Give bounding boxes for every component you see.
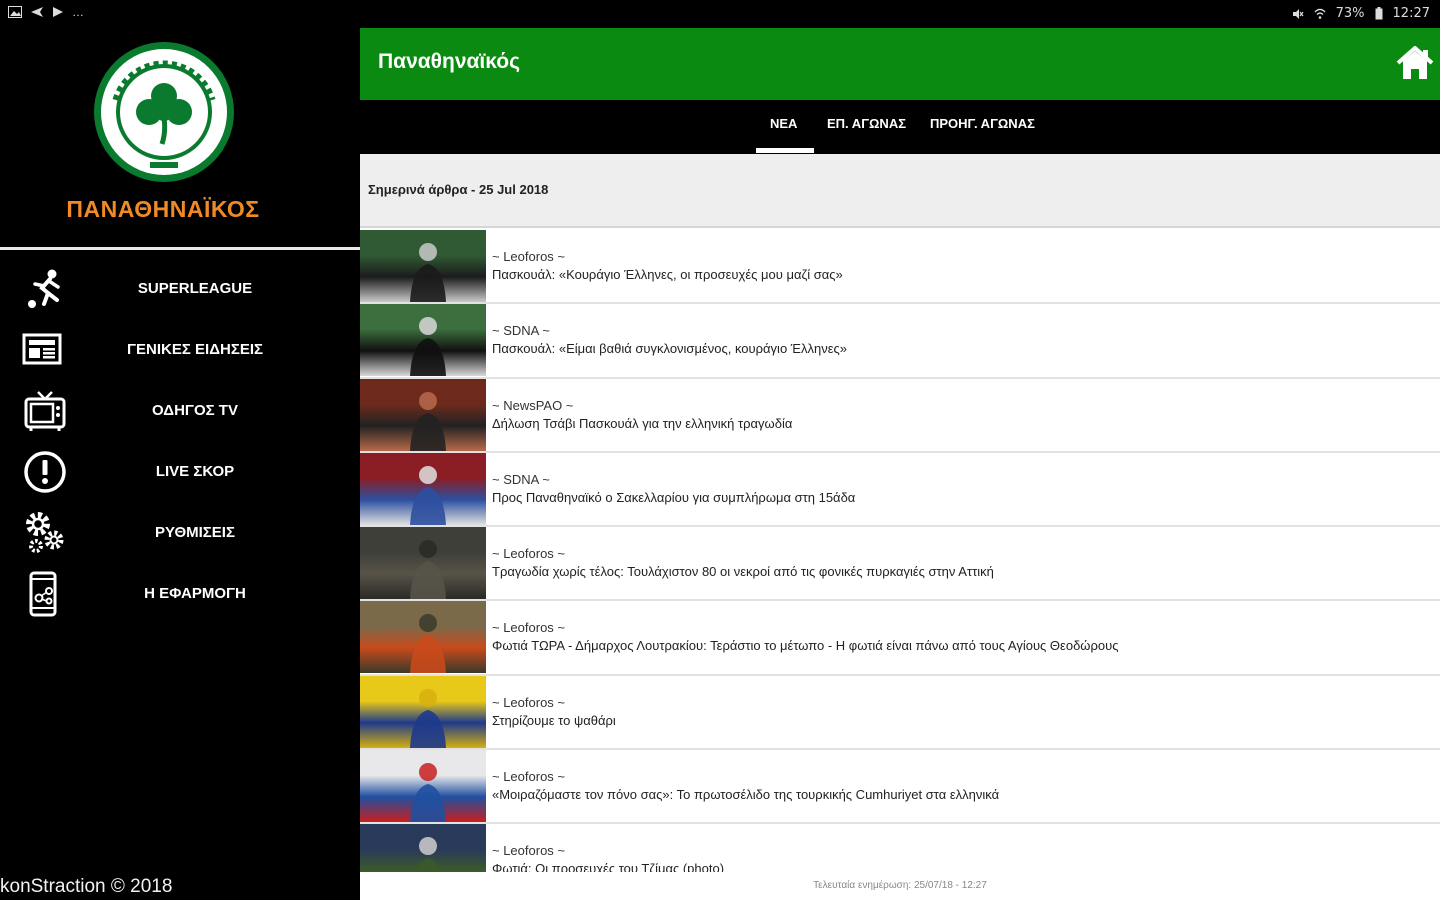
menu-item-general-news[interactable]: ΓΕΝΙΚΕΣ ΕΙΔΗΣΕΙΣ xyxy=(0,319,360,380)
article-source: ~ SDNA ~ xyxy=(492,323,550,339)
club-logo xyxy=(92,40,236,184)
copyright-text: konStraction © 2018 xyxy=(0,876,173,897)
more-notifications-icon: … xyxy=(72,5,84,19)
menu-item-settings[interactable]: ΡΥΘΜΙΣΕΙΣ xyxy=(0,502,360,563)
article-row[interactable]: ~ Leoforos ~ «Μοιραζόμαστε τον πόνο σας»:… xyxy=(360,750,1440,825)
article-title: Δήλωση Τσάβι Πασκουάλ για την ελληνική τ… xyxy=(492,415,793,431)
tab-bar: ΝΕΑ ΕΠ. ΑΓΩΝΑΣ ΠΡΟΗΓ. ΑΓΩΝΑΣ xyxy=(360,100,1440,154)
article-title: Πασκουάλ: «Κουράγιο Έλληνες, οι προσευχέ… xyxy=(492,267,843,282)
menu-item-label: ΡΥΘΜΙΣΕΙΣ xyxy=(155,524,235,541)
status-bar: … 73% 12:27 xyxy=(0,0,1440,28)
tab-previous-match[interactable]: ΠΡΟΗΓ. ΑΓΩΝΑΣ xyxy=(930,116,1035,131)
article-title: Πασκουάλ: «Είμαι βαθιά συγκλονισμένος, κ… xyxy=(492,341,847,357)
tab-news[interactable]: ΝΕΑ xyxy=(770,116,797,131)
navigation-drawer: ΠΑΝΑΘΗΝΑΪΚΟΣ SUPERLEAGUE ΓΕΝΙΚΕΣ ΕΙΔΗΣΕΙ… xyxy=(0,28,360,900)
article-row[interactable]: ~ Leoforos ~ Στηρίζουμε το ψαθάρι xyxy=(360,675,1440,751)
send-notification-icon xyxy=(31,7,43,17)
tv-icon xyxy=(24,391,66,431)
article-thumbnail xyxy=(360,601,486,674)
gears-icon xyxy=(26,512,64,553)
menu-item-live-score[interactable]: LIVE ΣΚΟΡ xyxy=(0,441,360,502)
article-thumbnail xyxy=(360,304,486,377)
article-row[interactable]: ~ SDNA ~ Προς Παναθηναϊκό ο Σακελλαρίου γ… xyxy=(360,452,1440,528)
article-thumbnail xyxy=(360,675,486,748)
article-thumbnail xyxy=(360,378,486,451)
article-title: «Μοιραζόμαστε τον πόνο σας»: Το πρωτοσέλ… xyxy=(492,787,1000,803)
app-bar: Παναθηναϊκός xyxy=(360,28,1440,100)
article-title: Φωτιά ΤΩΡΑ - Δήμαρχος Λουτρακίου: Τεράστ… xyxy=(492,638,1119,654)
wifi-icon xyxy=(1314,8,1326,19)
status-notifications: … xyxy=(8,5,84,19)
drawer-divider xyxy=(0,247,360,250)
article-title: Φωτιά: Οι προσευχές του Τζίμας (photo) xyxy=(492,861,725,872)
article-source: ~ Leoforos ~ xyxy=(492,694,565,710)
tab-next-match[interactable]: ΕΠ. ΑΓΩΝΑΣ xyxy=(827,116,906,131)
article-list: ~ Leoforos ~ Πασκουάλ: «Κουράγιο Έλληνες,… xyxy=(360,230,1440,872)
menu-item-about-app[interactable]: Η ΕΦΑΡΜΟΓΗ xyxy=(0,563,360,624)
main-content: Παναθηναϊκός ΝΕΑ ΕΠ. ΑΓΩΝΑΣ ΠΡΟΗΓ. ΑΓΩΝΑ… xyxy=(360,28,1440,900)
article-source: ~ Leoforos ~ xyxy=(492,620,565,636)
article-title: Στηρίζουμε το ψαθάρι xyxy=(492,712,616,728)
article-thumbnail xyxy=(360,230,486,302)
clock: 12:27 xyxy=(1392,6,1430,21)
status-system: 73% 12:27 xyxy=(1292,6,1430,21)
club-name: ΠΑΝΑΘΗΝΑΪΚΟΣ xyxy=(66,196,260,222)
article-row[interactable]: ~ Leoforos ~ Πασκουάλ: «Κουράγιο Έλληνες,… xyxy=(360,230,1440,305)
menu-item-label: Η ΕΦΑΡΜΟΓΗ xyxy=(144,585,246,602)
article-source: ~ NewsPAO ~ xyxy=(492,397,574,413)
menu-item-superleague[interactable]: SUPERLEAGUE xyxy=(0,258,360,319)
article-source: ~ Leoforos ~ xyxy=(492,769,565,785)
battery-icon xyxy=(1375,7,1383,20)
alert-circle-icon xyxy=(24,451,66,493)
section-header-text: Σημερινά άρθρα - 25 Jul 2018 xyxy=(368,182,549,197)
home-icon[interactable] xyxy=(1394,44,1436,82)
menu-item-label: LIVE ΣΚΟΡ xyxy=(155,463,235,480)
menu-item-tv-guide[interactable]: ΟΔΗΓΟΣ TV xyxy=(0,380,360,441)
tab-selected-indicator xyxy=(756,148,814,153)
phone-app-icon xyxy=(29,571,57,617)
page-title: Παναθηναϊκός xyxy=(378,50,521,73)
drawer-menu: SUPERLEAGUE ΓΕΝΙΚΕΣ ΕΙΔΗΣΕΙΣ ΟΔΗΓΟΣ TV L… xyxy=(0,258,360,624)
menu-item-label: SUPERLEAGUE xyxy=(137,280,253,297)
menu-item-label: ΟΔΗΓΟΣ TV xyxy=(152,402,238,419)
article-source: ~ Leoforos ~ xyxy=(492,843,565,859)
article-thumbnail xyxy=(360,527,486,600)
battery-percent: 73% xyxy=(1335,6,1365,21)
article-title: Προς Παναθηναϊκό ο Σακελλαρίου για συμπλ… xyxy=(492,489,856,505)
mute-icon xyxy=(1292,8,1304,19)
article-row[interactable]: ~ NewsPAO ~ Δήλωση Τσάβι Πασκουάλ για την… xyxy=(360,378,1440,453)
article-row[interactable]: ~ Leoforos ~ Φωτιά ΤΩΡΑ - Δήμαρχος Λουτρα… xyxy=(360,601,1440,676)
menu-item-label: ΓΕΝΙΚΕΣ ΕΙΔΗΣΕΙΣ xyxy=(127,341,263,358)
article-thumbnail xyxy=(360,452,486,525)
article-row[interactable]: ~ SDNA ~ Πασκουάλ: «Είμαι βαθιά συγκλονισ… xyxy=(360,304,1440,379)
article-source: ~ Leoforos ~ xyxy=(492,546,565,562)
app-screen: … 73% 12:27 ΠΑΝΑΘΗΝΑΪΚΟΣ SUPERLEAGUE ΓΕΝ… xyxy=(0,0,1440,900)
article-source: ~ Leoforos ~ xyxy=(492,249,565,264)
newspaper-icon xyxy=(22,333,62,365)
article-thumbnail xyxy=(360,824,486,872)
article-thumbnail xyxy=(360,750,486,823)
image-notification-icon xyxy=(8,6,22,18)
article-row[interactable]: ~ Leoforos ~ Φωτιά: Οι προσευχές του Τζίμ… xyxy=(360,824,1440,872)
play-notification-icon xyxy=(53,7,63,17)
article-source: ~ SDNA ~ xyxy=(492,471,550,487)
player-kick-icon xyxy=(28,269,60,308)
last-updated-text: Τελευταία ενημέρωση: 25/07/18 - 12:27 xyxy=(813,880,987,891)
section-header: Σημερινά άρθρα - 25 Jul 2018 xyxy=(360,154,1440,228)
article-row[interactable]: ~ Leoforos ~ Τραγωδία χωρίς τέλος: Τουλάχ… xyxy=(360,527,1440,602)
article-title: Τραγωδία χωρίς τέλος: Τουλάχιστον 80 οι … xyxy=(492,564,994,580)
